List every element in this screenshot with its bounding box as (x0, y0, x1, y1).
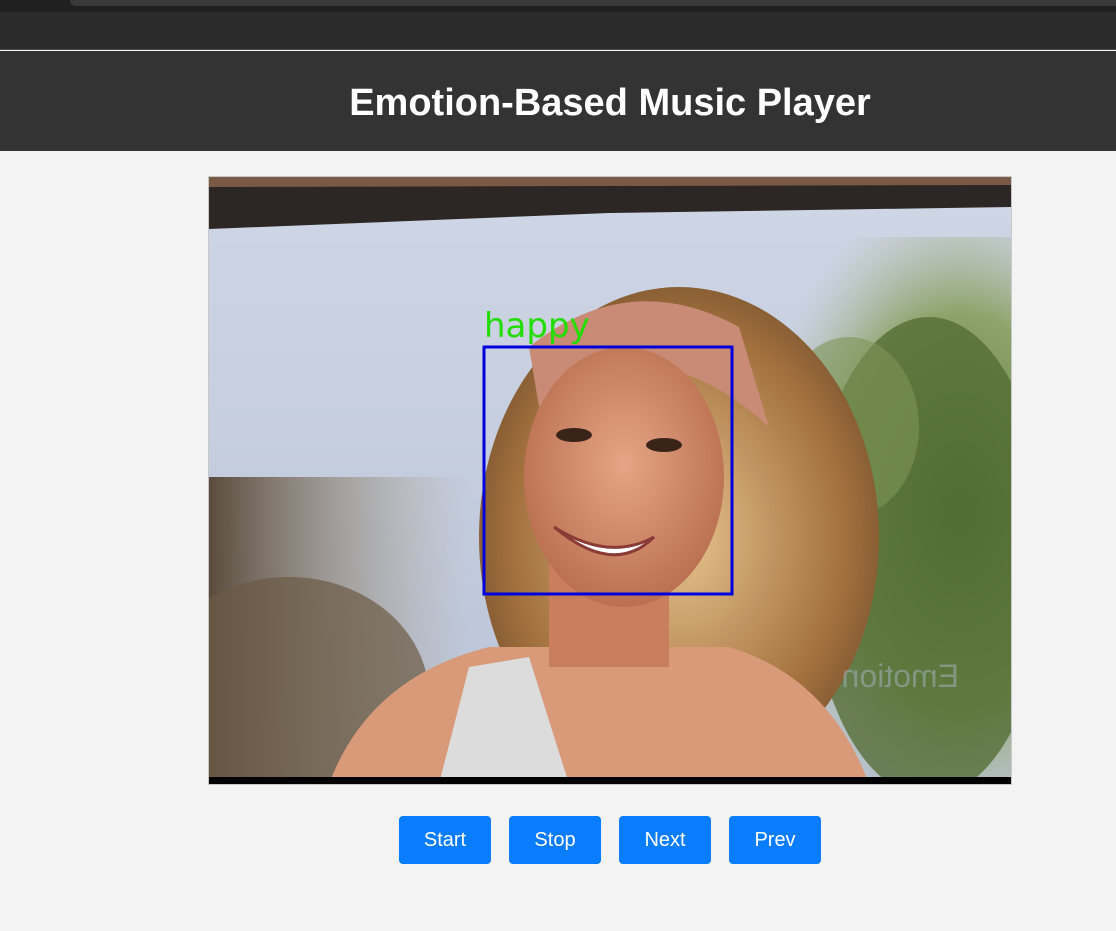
next-button[interactable]: Next (619, 816, 711, 864)
video-frame-image: Emotion happy (209, 177, 1011, 784)
prev-button[interactable]: Prev (729, 816, 821, 864)
watermark-text: Emotion (842, 658, 959, 694)
player-controls: Start Stop Next Prev (0, 816, 1116, 864)
start-button[interactable]: Start (399, 816, 491, 864)
app-header: Emotion-Based Music Player (0, 51, 1116, 151)
browser-address-bar[interactable] (70, 0, 1116, 6)
browser-chrome (0, 0, 1116, 50)
webcam-video-feed: Emotion happy (208, 176, 1012, 785)
emotion-label: happy (484, 306, 590, 346)
page-title: Emotion-Based Music Player (349, 82, 871, 124)
stop-button[interactable]: Stop (509, 816, 601, 864)
